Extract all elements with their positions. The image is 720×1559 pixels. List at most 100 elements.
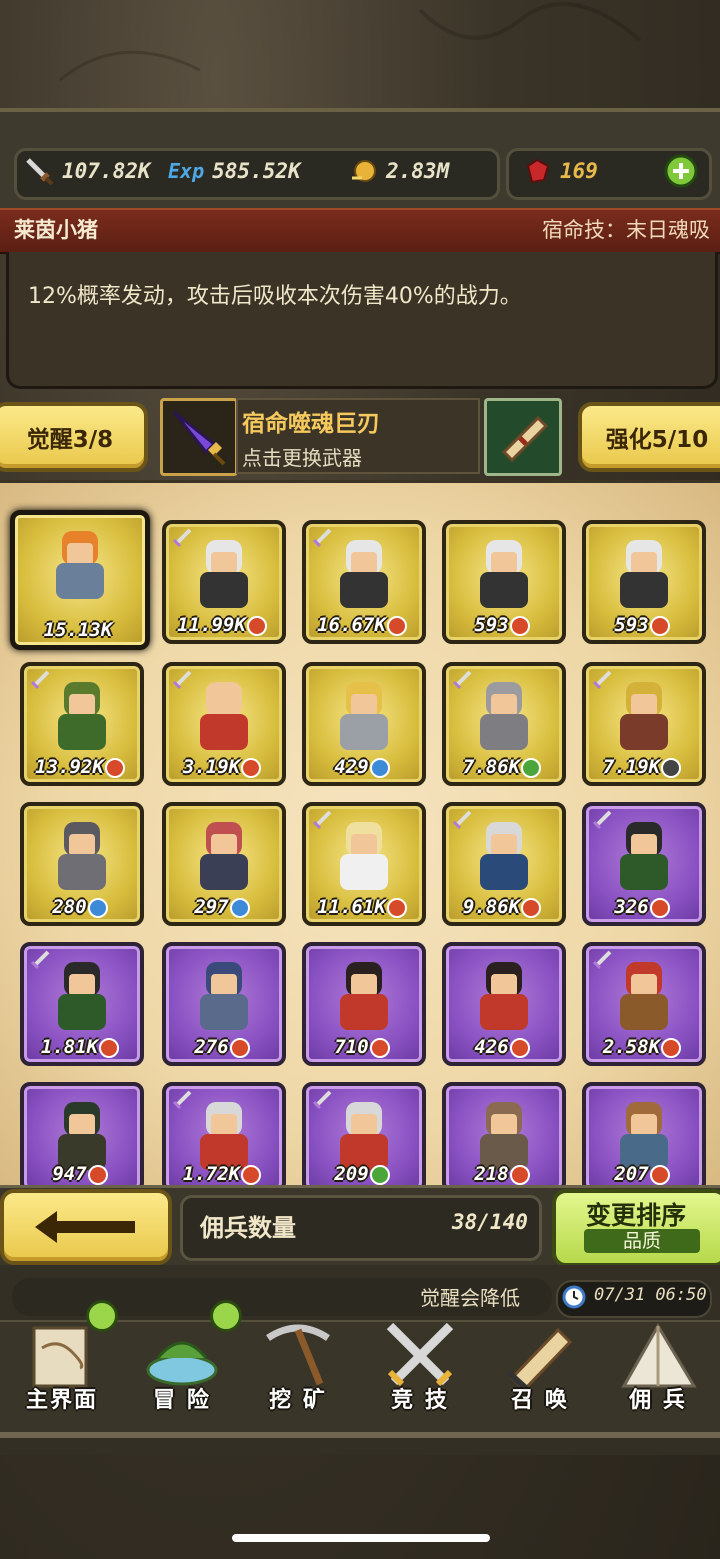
attack-value: 107.82K <box>62 159 151 183</box>
mercenary-card[interactable]: 209 <box>302 1082 426 1193</box>
mercenary-card[interactable]: 593 <box>582 520 706 644</box>
nav-arena-label: 竞 技 <box>391 1388 449 1413</box>
nav-summon[interactable]: 召 唤 <box>482 1310 598 1428</box>
element-badge-icon <box>649 897 670 918</box>
sort-mode-label: 品质 <box>584 1229 700 1253</box>
mercenary-card[interactable]: 426 <box>442 942 566 1066</box>
mercenary-power-value: 13.92K <box>35 756 104 778</box>
equipped-weapon-icon <box>592 670 612 690</box>
mercenary-power: 11.61K <box>306 896 418 918</box>
mercenary-card[interactable]: 297 <box>162 802 286 926</box>
mercenary-card[interactable]: 326 <box>582 802 706 926</box>
scroll-slot[interactable] <box>484 398 562 476</box>
sort-button-title: 变更排序 <box>586 1201 687 1230</box>
nav-mining[interactable]: 挖 矿 <box>240 1310 356 1428</box>
map-pattern-icon <box>59 2 642 82</box>
mercenary-card[interactable]: 11.61K <box>302 802 426 926</box>
home-indicator <box>232 1534 490 1542</box>
mercenary-card[interactable]: 7.86K <box>442 662 566 786</box>
mercenary-card[interactable]: 3.19K <box>162 662 286 786</box>
element-badge-icon <box>241 757 262 778</box>
mercenary-power-value: 593 <box>614 614 649 636</box>
mercenary-card[interactable]: 429 <box>302 662 426 786</box>
equipped-weapon-icon <box>172 1090 192 1110</box>
equipped-weapon-icon <box>452 670 472 690</box>
mercenary-power-value: 3.19K <box>182 756 241 778</box>
add-gems-plus-icon[interactable] <box>664 154 698 188</box>
mercenary-power: 326 <box>586 896 698 918</box>
mercenary-power: 2.58K <box>586 1036 698 1058</box>
mercenary-card[interactable]: 9.86K <box>442 802 566 926</box>
mercenary-card[interactable]: 1.72K <box>162 1082 286 1193</box>
weapon-slot[interactable] <box>160 398 238 476</box>
mercenary-portrait <box>336 682 392 752</box>
mercenary-portrait <box>616 682 672 752</box>
mercenary-portrait <box>196 1102 252 1172</box>
mercenary-card[interactable]: 15.13K <box>10 510 150 650</box>
mercenary-power-value: 209 <box>334 1163 369 1185</box>
mercenary-card[interactable]: 280 <box>20 802 144 926</box>
mercenary-portrait <box>54 822 110 892</box>
scroll-icon <box>501 415 549 463</box>
equipped-weapon-icon <box>452 810 472 830</box>
mercenary-power-value: 1.81K <box>40 1036 99 1058</box>
element-badge-icon <box>386 897 407 918</box>
mercenary-card[interactable]: 947 <box>20 1082 144 1193</box>
mercenary-power: 3.19K <box>166 756 278 778</box>
mercenary-power: 710 <box>306 1036 418 1058</box>
change-weapon-hint: 点击更换武器 <box>242 446 362 470</box>
element-badge-icon <box>87 897 108 918</box>
mercenary-card[interactable]: 710 <box>302 942 426 1066</box>
mercenary-portrait <box>616 962 672 1032</box>
mercenary-card[interactable]: 13.92K <box>20 662 144 786</box>
mercenary-power-value: 710 <box>334 1036 369 1058</box>
equipped-weapon-icon <box>312 810 332 830</box>
element-badge-icon <box>521 897 542 918</box>
exp-resource: Exp 585.52K <box>168 152 301 190</box>
mercenary-card[interactable]: 7.19K <box>582 662 706 786</box>
mercenary-power: 9.86K <box>446 896 558 918</box>
sword-icon <box>26 158 54 186</box>
mercenary-card[interactable]: 593 <box>442 520 566 644</box>
element-badge-icon <box>521 757 542 778</box>
mercenary-card[interactable]: 11.99K <box>162 520 286 644</box>
mercenary-card[interactable]: 207 <box>582 1082 706 1193</box>
element-badge-icon <box>229 1037 250 1058</box>
nav-arena[interactable]: 竞 技 <box>362 1310 478 1428</box>
mercenary-power-value: 326 <box>614 896 649 918</box>
equipped-weapon-icon <box>312 528 332 548</box>
nav-mercenary-label: 佣 兵 <box>629 1388 687 1413</box>
mercenary-power-value: 280 <box>52 896 87 918</box>
mercenary-card[interactable]: 276 <box>162 942 286 1066</box>
element-badge-icon <box>509 615 530 636</box>
mercenary-power: 593 <box>446 614 558 636</box>
nav-adventure-label: 冒 险 <box>153 1388 211 1413</box>
ruby-icon <box>526 158 550 184</box>
mercenary-power: 218 <box>446 1163 558 1185</box>
awaken-button[interactable]: 觉醒3/8 <box>0 402 148 472</box>
clock-icon <box>562 1285 586 1309</box>
exp-icon: Exp <box>168 159 205 183</box>
exp-value: 585.52K <box>212 159 301 183</box>
equipped-weapon-icon <box>172 670 192 690</box>
mercenary-card[interactable]: 1.81K <box>20 942 144 1066</box>
element-badge-icon <box>229 897 250 918</box>
mercenary-count-value: 38/140 <box>452 1210 528 1234</box>
mercenary-portrait <box>196 822 252 892</box>
mercenary-power-value: 1.72K <box>182 1163 241 1185</box>
nav-mercenary[interactable]: 佣 兵 <box>600 1310 716 1428</box>
mercenary-card[interactable]: 2.58K <box>582 942 706 1066</box>
mercenary-card[interactable]: 16.67K <box>302 520 426 644</box>
mercenary-power: 429 <box>306 756 418 778</box>
gem-resource: 169 <box>522 152 598 190</box>
element-badge-icon <box>241 1164 262 1185</box>
back-button[interactable] <box>0 1189 172 1265</box>
mercenary-power: 1.72K <box>166 1163 278 1185</box>
element-badge-icon <box>369 757 390 778</box>
mercenary-card[interactable]: 218 <box>442 1082 566 1193</box>
enhance-button[interactable]: 强化5/10 <box>578 402 720 472</box>
enhance-label: 强化5/10 <box>605 427 709 453</box>
mercenary-portrait <box>476 962 532 1032</box>
equipped-weapon-icon <box>30 670 50 690</box>
mercenary-portrait <box>336 822 392 892</box>
